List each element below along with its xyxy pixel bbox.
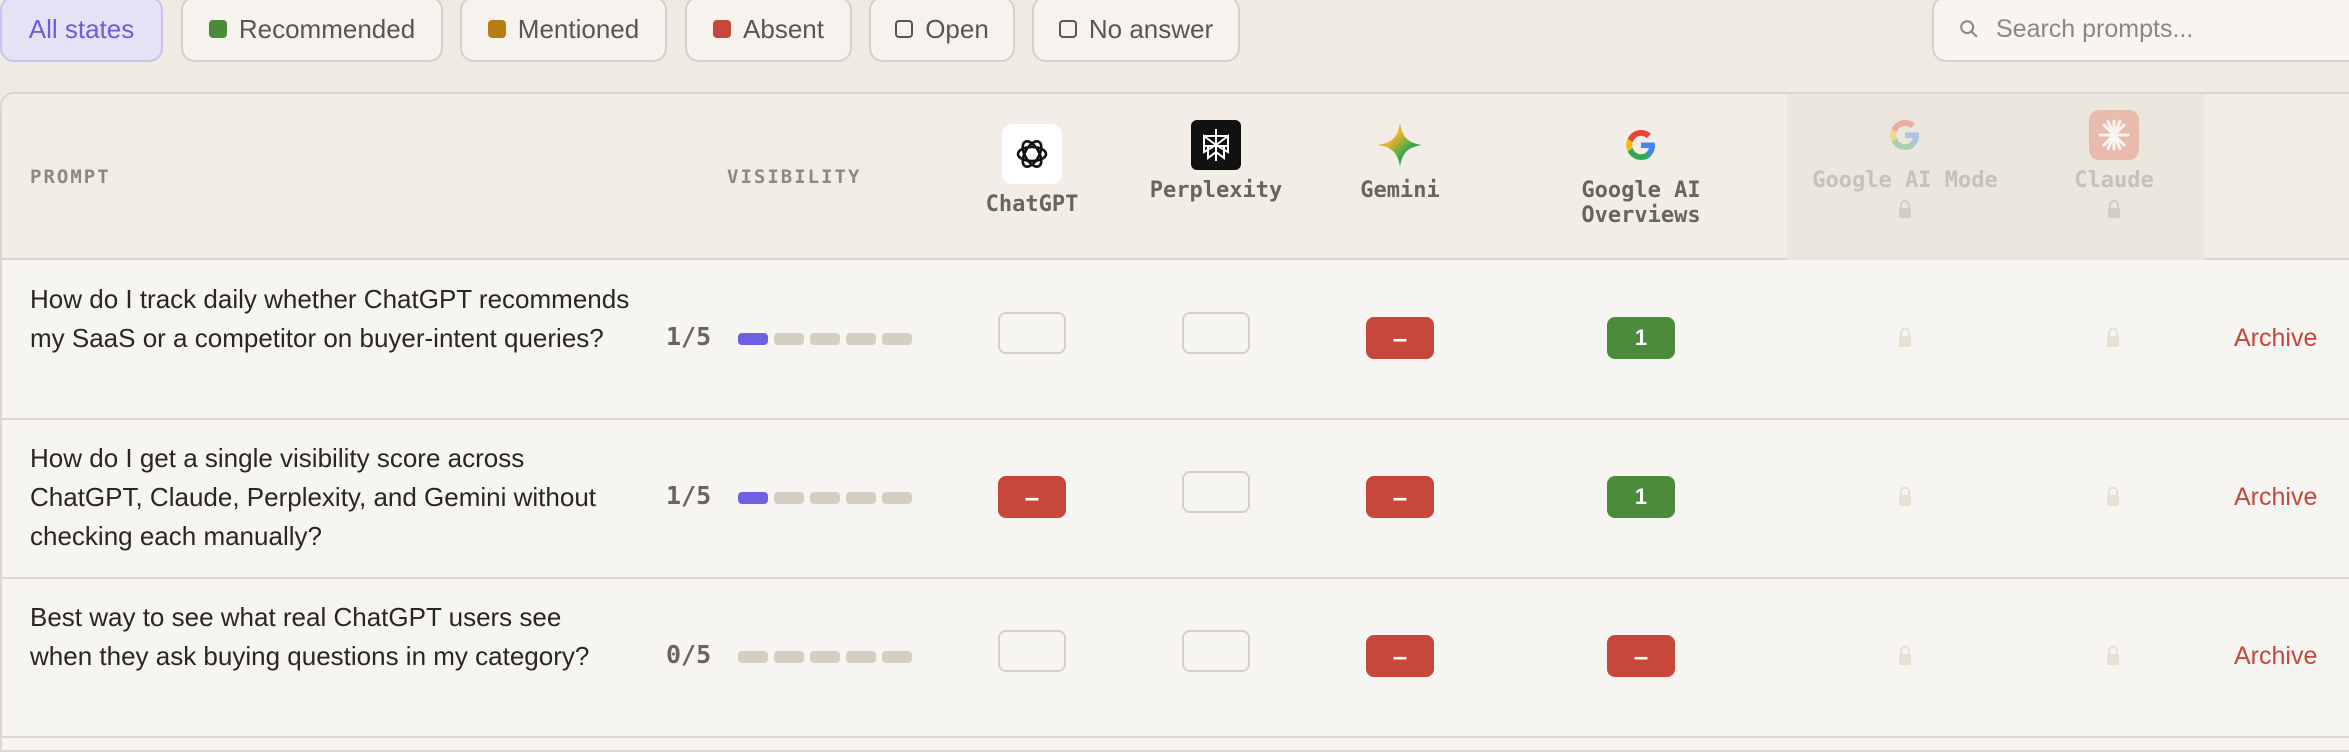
chatgpt-status-cell[interactable] bbox=[998, 312, 1066, 354]
filter-open[interactable]: Open bbox=[869, 0, 1015, 62]
column-visibility: VISIBILITY bbox=[727, 166, 862, 188]
visibility-segment bbox=[774, 651, 804, 663]
visibility-score: 0/5 bbox=[666, 640, 712, 669]
visibility-score: 1/5 bbox=[666, 322, 712, 351]
checkbox-icon bbox=[895, 20, 914, 38]
prompts-table: PROMPT VISIBILITY ChatGPT Perplexity Gem… bbox=[0, 92, 2349, 752]
gemini-status-cell[interactable]: – bbox=[1366, 317, 1434, 359]
visibility-segment bbox=[810, 651, 840, 663]
visibility-segment bbox=[810, 333, 840, 345]
filter-recommended-label: Recommended bbox=[238, 13, 416, 44]
lock-icon bbox=[2107, 327, 2119, 347]
claude-logo-icon bbox=[2089, 110, 2139, 160]
archive-button[interactable]: Archive bbox=[2234, 642, 2317, 671]
google-ai-overviews-status-cell[interactable]: – bbox=[1607, 635, 1675, 677]
filter-absent-label: Absent bbox=[743, 13, 824, 44]
perplexity-status-cell[interactable] bbox=[1182, 471, 1250, 513]
visibility-bar bbox=[738, 492, 912, 504]
table-row: How do I track daily whether ChatGPT rec… bbox=[2, 260, 2349, 420]
gemini-status-cell[interactable]: – bbox=[1366, 635, 1434, 677]
perplexity-status-cell[interactable] bbox=[1182, 312, 1250, 354]
google-ai-overviews-label: Google AI Overviews bbox=[1581, 178, 1701, 228]
gemini-logo-icon bbox=[1375, 120, 1425, 170]
lock-icon bbox=[2107, 486, 2119, 506]
table-row: How do I get a single visibility score a… bbox=[2, 419, 2349, 579]
visibility-segment bbox=[738, 651, 768, 663]
column-gemini: Gemini bbox=[1280, 120, 1520, 203]
visibility-segment bbox=[774, 333, 804, 345]
visibility-bar bbox=[738, 333, 912, 345]
chatgpt-status-cell[interactable]: – bbox=[998, 476, 1066, 518]
google-logo-icon bbox=[1616, 120, 1666, 170]
archive-button[interactable]: Archive bbox=[2234, 324, 2317, 353]
google-ai-overviews-status-cell[interactable]: 1 bbox=[1607, 476, 1675, 518]
visibility-segment bbox=[810, 492, 840, 504]
visibility-segment bbox=[882, 333, 912, 345]
filter-bar: All states Recommended Mentioned Absent … bbox=[0, 0, 2349, 92]
absent-swatch-icon bbox=[713, 20, 732, 38]
lock-icon bbox=[1899, 645, 1911, 665]
filter-recommended[interactable]: Recommended bbox=[181, 0, 443, 62]
visibility-segment bbox=[846, 651, 876, 663]
visibility-segment bbox=[882, 492, 912, 504]
mentioned-swatch-icon bbox=[487, 20, 506, 38]
perplexity-logo-icon bbox=[1191, 120, 1241, 170]
filter-mentioned-label: Mentioned bbox=[517, 13, 640, 44]
lock-icon bbox=[2108, 200, 2120, 218]
lock-icon bbox=[2107, 645, 2119, 665]
lock-icon bbox=[1899, 486, 1911, 506]
google-ai-overviews-status-cell[interactable]: 1 bbox=[1607, 317, 1675, 359]
chatgpt-status-cell[interactable] bbox=[998, 630, 1066, 672]
search-box bbox=[1932, 0, 2349, 62]
filter-no-answer[interactable]: No answer bbox=[1032, 0, 1240, 62]
filter-all-states[interactable]: All states bbox=[0, 0, 163, 62]
filter-open-label: Open bbox=[925, 13, 989, 44]
visibility-segment bbox=[846, 492, 876, 504]
filter-mentioned[interactable]: Mentioned bbox=[460, 0, 667, 62]
chatgpt-logo-icon bbox=[1002, 124, 1062, 184]
lock-icon bbox=[1899, 200, 1911, 218]
prompt-text: How do I track daily whether ChatGPT rec… bbox=[30, 284, 630, 353]
gemini-label: Gemini bbox=[1360, 178, 1440, 203]
visibility-segment bbox=[738, 333, 768, 345]
column-claude: Claude bbox=[1994, 110, 2234, 219]
column-google-ai-mode: Google AI Mode bbox=[1785, 110, 2025, 219]
visibility-segment bbox=[774, 492, 804, 504]
visibility-segment bbox=[738, 492, 768, 504]
perplexity-status-cell[interactable] bbox=[1182, 630, 1250, 672]
search-icon bbox=[1960, 20, 1978, 38]
column-prompt: PROMPT bbox=[30, 166, 111, 188]
filter-no-answer-label: No answer bbox=[1088, 13, 1214, 44]
google-logo-icon bbox=[1880, 110, 1930, 160]
prompt-text: How do I get a single visibility score a… bbox=[30, 443, 597, 551]
filter-absent[interactable]: Absent bbox=[685, 0, 852, 62]
archive-button[interactable]: Archive bbox=[2234, 483, 2317, 512]
google-ai-mode-label: Google AI Mode bbox=[1812, 168, 1998, 193]
visibility-score: 1/5 bbox=[666, 481, 712, 510]
recommended-swatch-icon bbox=[208, 20, 227, 38]
table-row: Best way to see what real ChatGPT users … bbox=[2, 578, 2349, 738]
table-header: PROMPT VISIBILITY ChatGPT Perplexity Gem… bbox=[2, 94, 2349, 260]
search-input[interactable] bbox=[1996, 14, 2316, 44]
filter-all-label: All states bbox=[28, 13, 135, 44]
visibility-bar bbox=[738, 651, 912, 663]
visibility-segment bbox=[882, 651, 912, 663]
column-google-ai-overviews: Google AI Overviews bbox=[1521, 120, 1761, 228]
gemini-status-cell[interactable]: – bbox=[1366, 476, 1434, 518]
claude-label: Claude bbox=[2074, 168, 2154, 193]
prompt-text: Best way to see what real ChatGPT users … bbox=[30, 602, 590, 671]
checkbox-icon bbox=[1058, 20, 1077, 38]
lock-icon bbox=[1899, 327, 1911, 347]
visibility-segment bbox=[846, 333, 876, 345]
